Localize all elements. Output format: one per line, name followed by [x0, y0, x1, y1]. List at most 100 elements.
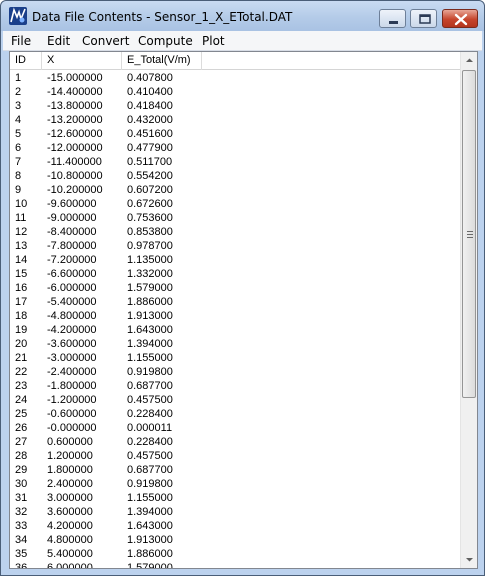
- table-row[interactable]: 33 4.200000 1.643000: [10, 519, 461, 533]
- close-icon: [454, 13, 468, 26]
- cell-id: 14: [15, 254, 28, 266]
- close-button[interactable]: [442, 9, 478, 28]
- table-row[interactable]: 32 3.600000 1.394000: [10, 505, 461, 519]
- table-row[interactable]: 22 -2.400000 0.919800: [10, 365, 461, 379]
- cell-e-total: 1.886000: [127, 548, 173, 560]
- cell-e-total: 0.687700: [127, 464, 173, 476]
- table-row[interactable]: 9 -10.200000 0.607200: [10, 183, 461, 197]
- title-bar[interactable]: Data File Contents - Sensor_1_X_ETotal.D…: [1, 1, 484, 31]
- cell-x: -2.400000: [47, 366, 97, 378]
- cell-e-total: 0.511700: [127, 156, 173, 168]
- cell-x: -14.400000: [47, 86, 103, 98]
- table-row[interactable]: 19 -4.200000 1.643000: [10, 323, 461, 337]
- table-row[interactable]: 26 -0.000000 0.000011: [10, 421, 461, 435]
- table-row[interactable]: 2 -14.400000 0.410400: [10, 85, 461, 99]
- menu-convert[interactable]: Convert: [78, 33, 133, 49]
- table-row[interactable]: 29 1.800000 0.687700: [10, 463, 461, 477]
- table-row[interactable]: 17 -5.400000 1.886000: [10, 295, 461, 309]
- column-header-x[interactable]: X: [42, 52, 122, 70]
- table-row[interactable]: 24 -1.200000 0.457500: [10, 393, 461, 407]
- minimize-button[interactable]: [379, 9, 406, 28]
- cell-e-total: 1.155000: [127, 352, 173, 364]
- cell-id: 22: [15, 366, 28, 378]
- menu-bar: File Edit Convert Compute Plot: [3, 31, 482, 51]
- table-row[interactable]: 1 -15.000000 0.407800: [10, 71, 461, 85]
- cell-id: 24: [15, 394, 28, 406]
- cell-x: 6.000000: [47, 562, 93, 569]
- vertical-scrollbar[interactable]: [460, 52, 477, 568]
- table-row[interactable]: 10 -9.600000 0.672600: [10, 197, 461, 211]
- cell-x: -3.600000: [47, 338, 97, 350]
- table-row[interactable]: 14 -7.200000 1.135000: [10, 253, 461, 267]
- cell-id: 6: [15, 142, 22, 154]
- scroll-thumb[interactable]: [462, 70, 476, 398]
- cell-e-total: 0.853800: [127, 226, 173, 238]
- cell-e-total: 1.155000: [127, 492, 173, 504]
- table-row[interactable]: 16 -6.000000 1.579000: [10, 281, 461, 295]
- cell-e-total: 0.672600: [127, 198, 173, 210]
- cell-id: 10: [15, 198, 28, 210]
- cell-id: 28: [15, 450, 28, 462]
- table-row[interactable]: 34 4.800000 1.913000: [10, 533, 461, 547]
- cell-id: 35: [15, 548, 28, 560]
- table-row[interactable]: 28 1.200000 0.457500: [10, 449, 461, 463]
- menu-plot[interactable]: Plot: [198, 33, 229, 49]
- menu-file[interactable]: File: [7, 33, 35, 49]
- table-row[interactable]: 6 -12.000000 0.477900: [10, 141, 461, 155]
- table-row[interactable]: 18 -4.800000 1.913000: [10, 309, 461, 323]
- table-row[interactable]: 27 0.600000 0.228400: [10, 435, 461, 449]
- table-row[interactable]: 8 -10.800000 0.554200: [10, 169, 461, 183]
- table-row[interactable]: 25 -0.600000 0.228400: [10, 407, 461, 421]
- cell-x: -12.600000: [47, 128, 103, 140]
- table-row[interactable]: 7 -11.400000 0.511700: [10, 155, 461, 169]
- cell-id: 23: [15, 380, 28, 392]
- cell-id: 11: [15, 212, 27, 224]
- cell-e-total: 1.886000: [127, 296, 173, 308]
- cell-e-total: 1.643000: [127, 324, 173, 336]
- table-row[interactable]: 23 -1.800000 0.687700: [10, 379, 461, 393]
- table-row[interactable]: 13 -7.800000 0.978700: [10, 239, 461, 253]
- cell-e-total: 0.457500: [127, 450, 173, 462]
- cell-id: 4: [15, 114, 22, 126]
- cell-id: 16: [15, 282, 28, 294]
- cell-e-total: 0.418400: [127, 100, 173, 112]
- cell-x: 5.400000: [47, 548, 93, 560]
- data-list-view[interactable]: ID X E_Total(V/m) 1 -15.000000 0.407800 2 -1…: [9, 51, 478, 569]
- scroll-up-button[interactable]: [461, 52, 477, 69]
- cell-e-total: 0.000011: [127, 422, 173, 434]
- cell-x: -15.000000: [47, 72, 103, 84]
- cell-x: -6.600000: [47, 268, 97, 280]
- column-header-e-total[interactable]: E_Total(V/m): [122, 52, 202, 70]
- cell-e-total: 0.410400: [127, 86, 173, 98]
- cell-e-total: 1.579000: [127, 562, 173, 569]
- cell-e-total: 1.135000: [127, 254, 173, 266]
- table-row[interactable]: 20 -3.600000 1.394000: [10, 337, 461, 351]
- maximize-button[interactable]: [410, 9, 437, 28]
- scroll-down-button[interactable]: [461, 551, 477, 568]
- app-window: Data File Contents - Sensor_1_X_ETotal.D…: [0, 0, 485, 576]
- column-header-id[interactable]: ID: [10, 52, 42, 70]
- cell-id: 7: [15, 156, 22, 168]
- cell-e-total: 0.432000: [127, 114, 173, 126]
- table-row[interactable]: 11 -9.000000 0.753600: [10, 211, 461, 225]
- table-row[interactable]: 3 -13.800000 0.418400: [10, 99, 461, 113]
- cell-id: 17: [15, 296, 28, 308]
- table-row[interactable]: 12 -8.400000 0.853800: [10, 225, 461, 239]
- table-row[interactable]: 21 -3.000000 1.155000: [10, 351, 461, 365]
- cell-id: 1: [15, 72, 22, 84]
- cell-x: -8.400000: [47, 226, 97, 238]
- menu-compute[interactable]: Compute: [134, 33, 197, 49]
- cell-x: -5.400000: [47, 296, 97, 308]
- cell-x: 0.600000: [47, 436, 93, 448]
- menu-edit[interactable]: Edit: [43, 33, 74, 49]
- table-row[interactable]: 35 5.400000 1.886000: [10, 547, 461, 561]
- table-row[interactable]: 36 6.000000 1.579000: [10, 561, 461, 569]
- table-row[interactable]: 31 3.000000 1.155000: [10, 491, 461, 505]
- table-row[interactable]: 5 -12.600000 0.451600: [10, 127, 461, 141]
- cell-x: -13.800000: [47, 100, 103, 112]
- cell-x: -4.200000: [47, 324, 97, 336]
- table-row[interactable]: 15 -6.600000 1.332000: [10, 267, 461, 281]
- table-row[interactable]: 4 -13.200000 0.432000: [10, 113, 461, 127]
- cell-id: 12: [15, 226, 28, 238]
- table-row[interactable]: 30 2.400000 0.919800: [10, 477, 461, 491]
